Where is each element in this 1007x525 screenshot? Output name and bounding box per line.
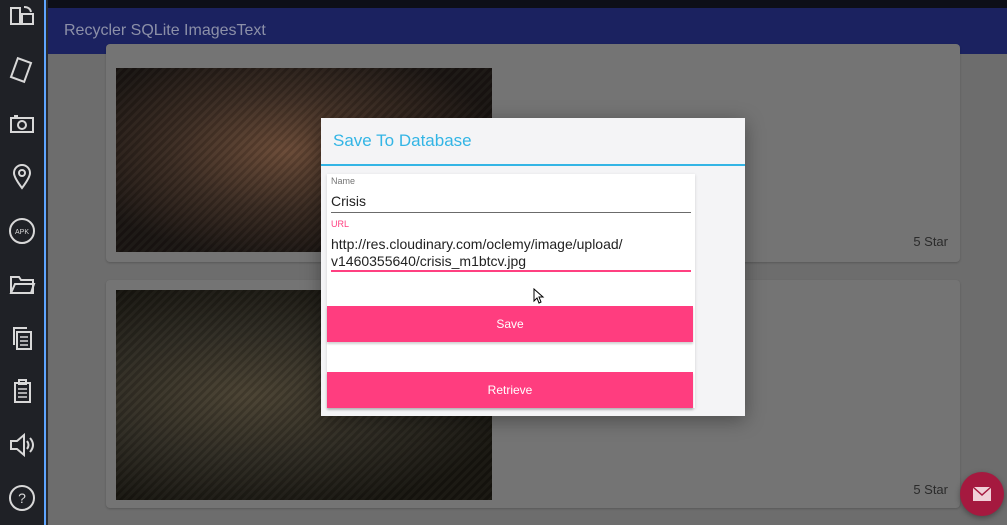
rating-text: 5 Star <box>913 482 948 497</box>
rating-text: 5 Star <box>913 234 948 249</box>
url-label: URL <box>331 219 350 229</box>
app-title: Recycler SQLite ImagesText <box>64 22 266 39</box>
dialog-title: Save To Database <box>321 118 745 166</box>
mail-icon <box>972 486 992 501</box>
location-icon[interactable] <box>7 163 37 193</box>
emulator-toolbar: APK ? <box>0 0 46 525</box>
help-icon[interactable]: ? <box>7 484 37 514</box>
status-bar <box>48 0 1007 8</box>
apk-label: APK <box>15 229 29 236</box>
name-underline <box>331 212 691 213</box>
name-field[interactable]: Crisis <box>331 193 689 209</box>
fab-mail-button[interactable] <box>960 472 1004 516</box>
copy-icon[interactable] <box>7 323 37 353</box>
camera-icon[interactable] <box>7 109 37 139</box>
form-card: Name Crisis URL http://res.cloudinary.co… <box>327 174 695 408</box>
retrieve-button[interactable]: Retrieve <box>327 372 693 408</box>
tablet-icon[interactable] <box>7 56 37 86</box>
url-field[interactable]: http://res.cloudinary.com/oclemy/image/u… <box>331 236 689 270</box>
device-screen: Recycler SQLite ImagesText 5 Star 5 Star… <box>48 0 1007 525</box>
name-label: Name <box>331 176 356 186</box>
mouse-cursor-icon <box>533 288 545 304</box>
folder-icon[interactable] <box>7 270 37 300</box>
rotate-icon[interactable] <box>7 2 37 32</box>
save-button[interactable]: Save <box>327 306 693 342</box>
clipboard-icon[interactable] <box>7 377 37 407</box>
url-underline <box>331 270 691 272</box>
save-dialog: Save To Database Name Crisis URL http://… <box>321 118 745 416</box>
apk-icon[interactable]: APK <box>7 216 37 246</box>
volume-icon[interactable] <box>7 430 37 460</box>
help-label: ? <box>18 490 26 506</box>
